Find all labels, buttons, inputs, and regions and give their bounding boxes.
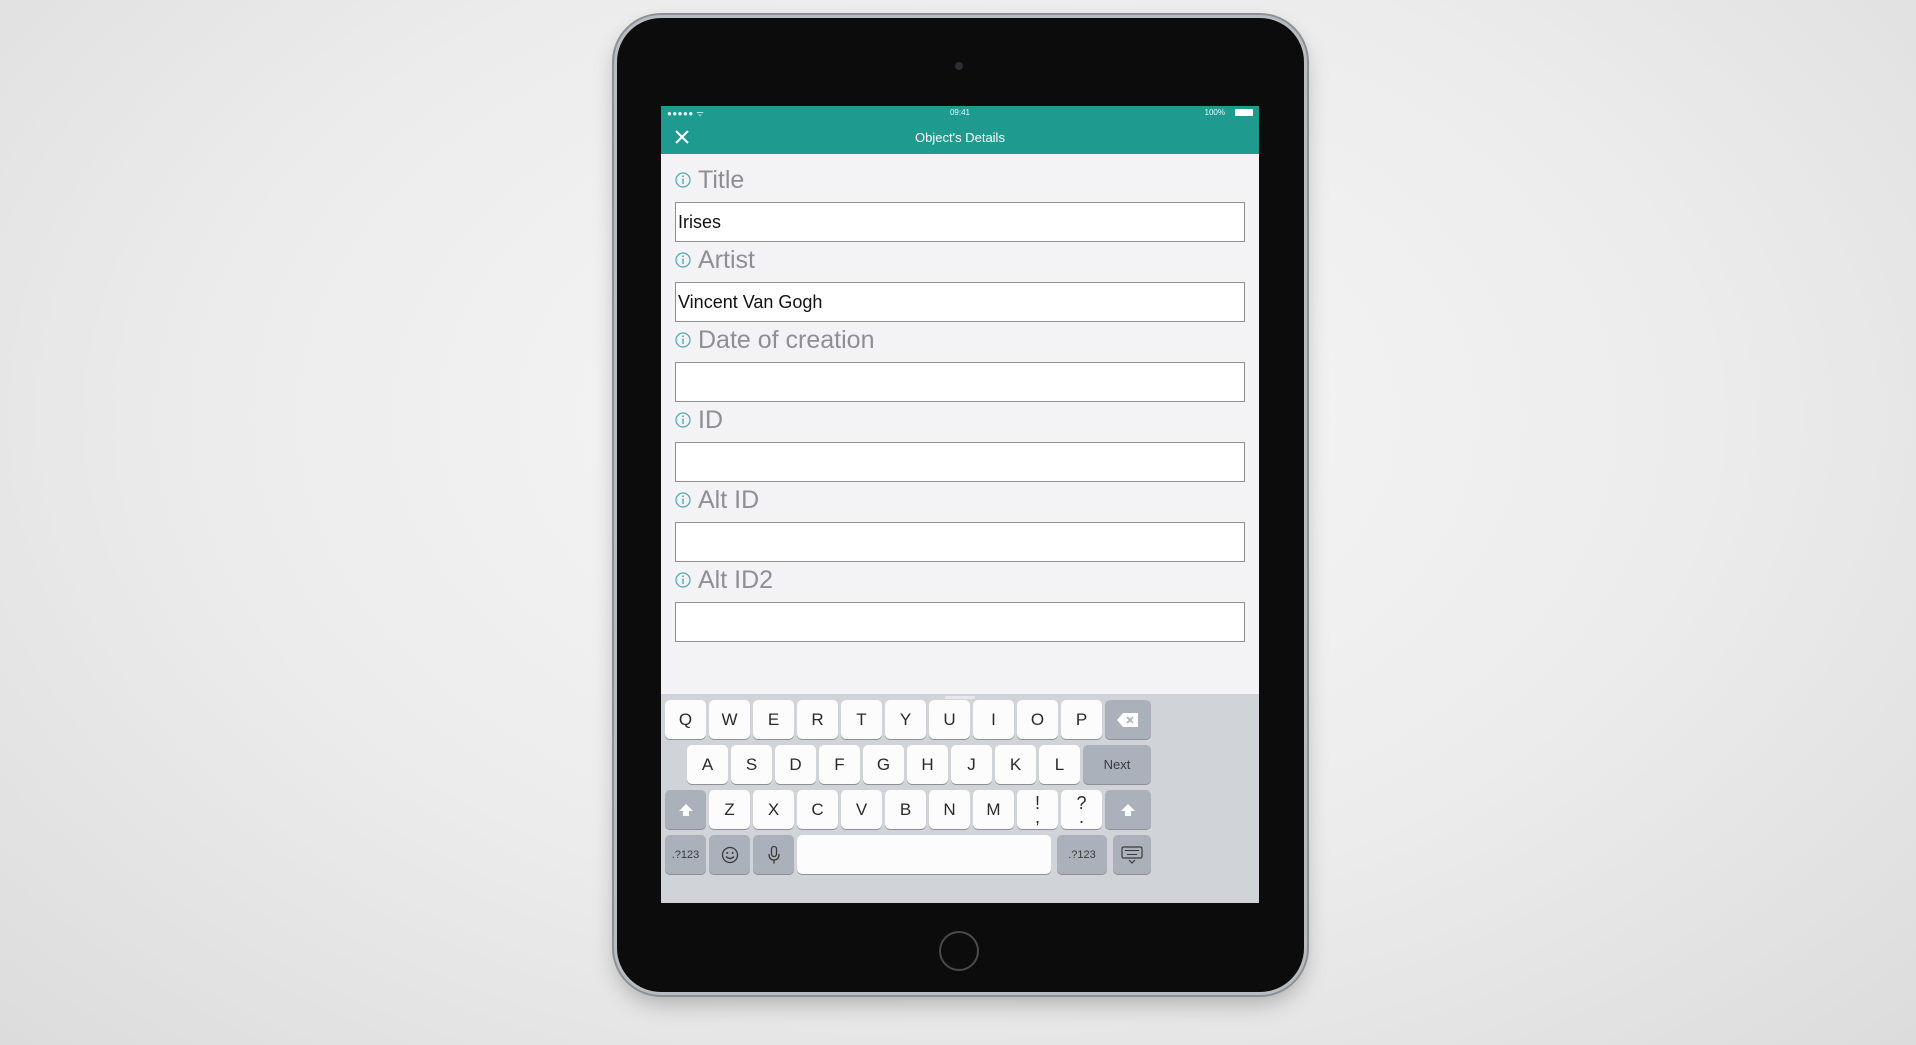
- on-screen-keyboard: Q W E R T Y U I O P A S D F G H J K L Ne…: [661, 694, 1259, 903]
- field-label: Artist: [698, 246, 755, 274]
- field-label: ID: [698, 406, 723, 434]
- field-label: Title: [698, 166, 745, 194]
- field-alt-id: Alt ID: [675, 484, 1245, 562]
- key-v[interactable]: V: [841, 790, 882, 829]
- key-e[interactable]: E: [753, 700, 794, 739]
- dictation-key[interactable]: [753, 835, 794, 874]
- info-icon[interactable]: [675, 572, 691, 588]
- emoji-key[interactable]: [709, 835, 750, 874]
- key-a[interactable]: A: [687, 745, 728, 784]
- title-input[interactable]: [675, 202, 1245, 242]
- key-f[interactable]: F: [819, 745, 860, 784]
- field-date-of-creation: Date of creation: [675, 324, 1245, 402]
- key-w[interactable]: W: [709, 700, 750, 739]
- shift-icon: [1121, 803, 1135, 816]
- key-r[interactable]: R: [797, 700, 838, 739]
- key-m[interactable]: M: [973, 790, 1014, 829]
- ipad-device: ●●●●● ᯤ 09:41 100% Object's Details Titl…: [617, 18, 1304, 992]
- key-k[interactable]: K: [995, 745, 1036, 784]
- backspace-icon: [1117, 712, 1138, 727]
- shift-key-left[interactable]: [665, 790, 706, 829]
- backspace-key[interactable]: [1105, 700, 1151, 739]
- next-key[interactable]: Next: [1083, 745, 1151, 784]
- key-z[interactable]: Z: [709, 790, 750, 829]
- key-i[interactable]: I: [973, 700, 1014, 739]
- space-bar[interactable]: [797, 835, 1051, 874]
- key-h[interactable]: H: [907, 745, 948, 784]
- screen: ●●●●● ᯤ 09:41 100% Object's Details Titl…: [661, 106, 1259, 903]
- key-t[interactable]: T: [841, 700, 882, 739]
- artist-input[interactable]: [675, 282, 1245, 322]
- key-exclamation-comma[interactable]: ! ,: [1017, 790, 1058, 829]
- keyboard-drag-handle[interactable]: [945, 696, 975, 699]
- key-s[interactable]: S: [731, 745, 772, 784]
- field-label-row: Title: [675, 164, 1245, 198]
- field-id: ID: [675, 404, 1245, 482]
- info-icon[interactable]: [675, 172, 691, 188]
- details-form: Title Artist Date of creation: [661, 154, 1259, 694]
- field-alt-id2: Alt ID2: [675, 564, 1245, 642]
- field-label-row: ID: [675, 404, 1245, 438]
- field-label-row: Alt ID: [675, 484, 1245, 518]
- field-title: Title: [675, 164, 1245, 242]
- info-icon[interactable]: [675, 492, 691, 508]
- key-j[interactable]: J: [951, 745, 992, 784]
- key-b[interactable]: B: [885, 790, 926, 829]
- dismiss-keyboard-key[interactable]: [1113, 835, 1151, 874]
- microphone-icon: [767, 845, 780, 863]
- key-p[interactable]: P: [1061, 700, 1102, 739]
- key-bottom-char: ,: [1034, 806, 1040, 827]
- key-y[interactable]: Y: [885, 700, 926, 739]
- page-title: Object's Details: [915, 130, 1005, 145]
- field-label: Alt ID2: [698, 566, 774, 594]
- key-o[interactable]: O: [1017, 700, 1058, 739]
- nav-bar: Object's Details: [661, 120, 1259, 154]
- home-button[interactable]: [939, 931, 979, 971]
- key-d[interactable]: D: [775, 745, 816, 784]
- key-g[interactable]: G: [863, 745, 904, 784]
- shift-key-right[interactable]: [1105, 790, 1151, 829]
- info-icon[interactable]: [675, 332, 691, 348]
- status-time: 09:41: [949, 108, 971, 117]
- field-label-row: Alt ID2: [675, 564, 1245, 598]
- field-artist: Artist: [675, 244, 1245, 322]
- key-u[interactable]: U: [929, 700, 970, 739]
- keyboard-dismiss-icon: [1121, 845, 1143, 864]
- key-question-period[interactable]: ? .: [1061, 790, 1102, 829]
- status-bar: ●●●●● ᯤ 09:41 100%: [661, 106, 1259, 120]
- key-l[interactable]: L: [1039, 745, 1080, 784]
- shift-icon: [678, 803, 693, 816]
- battery-icon: [1235, 109, 1253, 116]
- camera-icon: [955, 62, 963, 70]
- info-icon[interactable]: [675, 252, 691, 268]
- key-bottom-char: .: [1078, 806, 1084, 827]
- alt-id2-input[interactable]: [675, 602, 1245, 642]
- alt-id-input[interactable]: [675, 522, 1245, 562]
- field-label: Alt ID: [698, 486, 760, 514]
- key-x[interactable]: X: [753, 790, 794, 829]
- field-label-row: Date of creation: [675, 324, 1245, 358]
- numbers-key-left[interactable]: .?123: [665, 835, 706, 874]
- info-icon[interactable]: [675, 412, 691, 428]
- key-n[interactable]: N: [929, 790, 970, 829]
- field-label-row: Artist: [675, 244, 1245, 278]
- key-q[interactable]: Q: [665, 700, 706, 739]
- field-label: Date of creation: [698, 326, 875, 354]
- emoji-icon: [721, 846, 738, 863]
- id-input[interactable]: [675, 442, 1245, 482]
- battery-percent: 100%: [1204, 108, 1225, 117]
- numbers-key-right[interactable]: .?123: [1057, 835, 1107, 874]
- date-of-creation-input[interactable]: [675, 362, 1245, 402]
- key-c[interactable]: C: [797, 790, 838, 829]
